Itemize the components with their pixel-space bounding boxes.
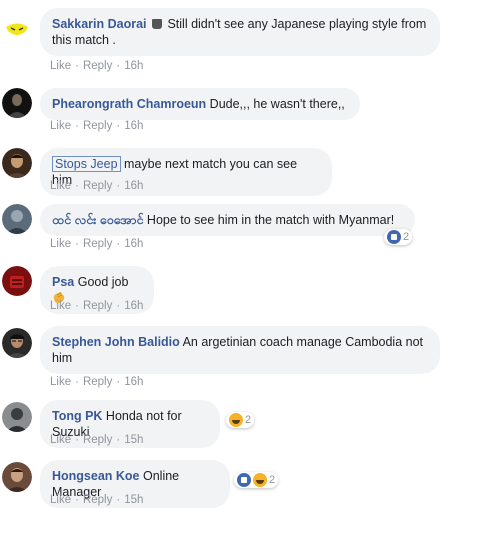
avatar[interactable] — [2, 328, 32, 358]
comment-time[interactable]: 15h — [124, 434, 143, 446]
reply-link[interactable]: Reply — [83, 120, 112, 132]
comment-time[interactable]: 16h — [124, 300, 143, 312]
comment-text: Dude,,, he wasn't there,, — [206, 97, 345, 111]
comment-bubble: Stephen John Balidio An argetinian coach… — [40, 326, 440, 374]
like-link[interactable]: Like — [50, 238, 71, 250]
reply-link[interactable]: Reply — [83, 494, 112, 506]
comment-author[interactable]: Hongsean Koe — [52, 469, 140, 483]
avatar[interactable] — [2, 88, 32, 118]
comment-actions: Like · Reply · 16h — [50, 180, 144, 192]
reply-link[interactable]: Reply — [83, 238, 112, 250]
comment-author[interactable]: ထင် လင်း ဝေအောင် — [52, 213, 143, 227]
comment-author[interactable]: Stephen John Balidio — [52, 335, 180, 349]
comment-author[interactable]: Psa — [52, 275, 74, 289]
comment-actions: Like · Reply · 16h — [50, 300, 144, 312]
like-reaction-icon — [237, 473, 251, 487]
comment-list: Sakkarin Daorai Still didn't see any Jap… — [0, 0, 480, 548]
reply-link[interactable]: Reply — [83, 376, 112, 388]
comment-actions: Like · Reply · 15h — [50, 494, 144, 506]
comment-time[interactable]: 16h — [124, 238, 143, 250]
reaction-summary[interactable]: 2 — [234, 472, 279, 488]
comment-actions: Like · Reply · 16h — [50, 376, 144, 388]
reaction-summary[interactable]: 2 — [226, 412, 255, 428]
comment-time[interactable]: 16h — [124, 60, 143, 72]
comment-time[interactable]: 16h — [124, 376, 143, 388]
comment-actions: Like · Reply · 16h — [50, 238, 144, 250]
comment-text: Hope to see him in the match with Myanma… — [143, 213, 395, 227]
like-link[interactable]: Like — [50, 180, 71, 192]
avatar[interactable] — [2, 148, 32, 178]
like-link[interactable]: Like — [50, 120, 71, 132]
coffee-icon — [151, 19, 162, 29]
reply-link[interactable]: Reply — [83, 60, 112, 72]
like-link[interactable]: Like — [50, 376, 71, 388]
comment-bubble: Phearongrath Chamroeun Dude,,, he wasn't… — [40, 88, 360, 120]
avatar[interactable] — [2, 14, 32, 44]
comment-time[interactable]: 16h — [124, 180, 143, 192]
avatar[interactable] — [2, 462, 32, 492]
like-link[interactable]: Like — [50, 300, 71, 312]
like-link[interactable]: Like — [50, 434, 71, 446]
comment-author[interactable]: Stops Jeep — [52, 156, 121, 172]
comment-author[interactable]: Tong PK — [52, 409, 102, 423]
like-link[interactable]: Like — [50, 60, 71, 72]
comment-actions: Like · Reply · 15h — [50, 434, 144, 446]
avatar[interactable] — [2, 402, 32, 432]
comment-time[interactable]: 16h — [124, 120, 143, 132]
reaction-count: 2 — [245, 414, 252, 426]
comment-text: Good job — [74, 275, 129, 289]
reaction-count: 2 — [403, 231, 410, 243]
avatar[interactable] — [2, 266, 32, 296]
haha-reaction-icon — [229, 413, 243, 427]
comment-actions: Like · Reply · 16h — [50, 60, 144, 72]
reaction-count: 2 — [269, 474, 276, 486]
haha-reaction-icon — [253, 473, 267, 487]
comment-time[interactable]: 15h — [124, 494, 143, 506]
comment-bubble: ထင် လင်း ဝေအောင် Hope to see him in the … — [40, 204, 415, 236]
comment-bubble: Sakkarin Daorai Still didn't see any Jap… — [40, 8, 440, 56]
reply-link[interactable]: Reply — [83, 180, 112, 192]
like-reaction-icon — [387, 230, 401, 244]
reply-link[interactable]: Reply — [83, 300, 112, 312]
comment-author[interactable]: Sakkarin Daorai — [52, 17, 147, 31]
avatar[interactable] — [2, 204, 32, 234]
comment-author[interactable]: Phearongrath Chamroeun — [52, 97, 206, 111]
comment-actions: Like · Reply · 16h — [50, 120, 144, 132]
reply-link[interactable]: Reply — [83, 434, 112, 446]
like-link[interactable]: Like — [50, 494, 71, 506]
reaction-summary[interactable]: 2 — [384, 229, 413, 245]
